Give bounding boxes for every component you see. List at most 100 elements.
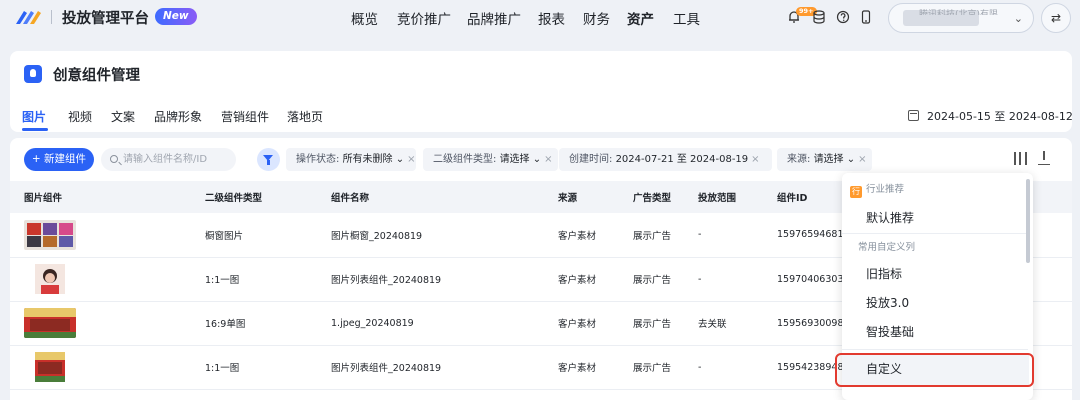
nav-tools[interactable]: 工具	[673, 8, 700, 28]
lightbulb-icon	[24, 65, 42, 83]
tab-landing-pages[interactable]: 落地页	[287, 108, 323, 125]
tab-marketing-components[interactable]: 营销组件	[221, 108, 269, 125]
nav-overview[interactable]: 概览	[351, 8, 378, 28]
help-icon[interactable]	[835, 9, 851, 25]
column-header: 来源	[544, 181, 619, 213]
component-type: 1:1一图	[191, 345, 317, 390]
search-icon	[110, 155, 118, 163]
brand-divider	[51, 10, 52, 24]
dropdown-item-smart-basic[interactable]: 智投基础	[866, 323, 914, 340]
page-header-card: 创意组件管理 图片 视频 文案 品牌形象 营销组件 落地页 2024-05-15…	[10, 51, 1073, 132]
logo-icon	[16, 11, 41, 24]
filter-icon[interactable]	[257, 148, 280, 171]
filter-value: 请选择	[813, 154, 844, 165]
nav-bidding-ads[interactable]: 竞价推广	[397, 8, 451, 28]
ad-type: 展示广告	[619, 301, 684, 346]
download-icon[interactable]	[1038, 151, 1050, 165]
filter-value: 所有未删除	[342, 154, 393, 165]
dropdown-scrollbar[interactable]	[1026, 179, 1030, 263]
tab-images[interactable]: 图片	[22, 108, 46, 125]
chevron-down-icon: ⌄	[392, 154, 405, 165]
filter-label: 二级组件类型:	[433, 154, 500, 165]
page-title: 创意组件管理	[53, 68, 140, 84]
switch-arrows-icon[interactable]: ⇄	[1041, 3, 1071, 33]
column-header: 组件名称	[317, 181, 544, 213]
filter-value: 2024-07-21 至 2024-08-19	[615, 154, 749, 165]
filter-operation-status[interactable]: 操作状态: 所有未删除 ⌄ ×	[286, 148, 416, 171]
ad-type: 展示广告	[619, 213, 684, 258]
component-type: 1:1一图	[191, 257, 317, 302]
calendar-icon	[908, 110, 919, 121]
highlight-box	[835, 353, 1034, 387]
component-type: 橱窗图片	[191, 213, 317, 258]
search-input[interactable]: 请输入组件名称/ID	[101, 148, 236, 171]
dropdown-group-custom: 常用自定义列	[858, 242, 916, 253]
account-selector[interactable]: 腾讯科技(北京)有限 ⌄	[888, 3, 1034, 33]
dropdown-divider	[842, 349, 1028, 350]
dropdown-divider	[842, 233, 1028, 234]
dropdown-group-industry: 行行业推荐	[850, 181, 904, 198]
component-name: 图片列表组件_20240819	[317, 345, 544, 390]
search-placeholder: 请输入组件名称/ID	[123, 154, 208, 165]
nav-reports[interactable]: 报表	[538, 8, 565, 28]
filter-label: 来源:	[787, 154, 814, 165]
column-header: 图片组件	[10, 181, 191, 213]
delivery-scope: -	[684, 257, 763, 302]
new-component-button[interactable]: + 新建组件	[24, 148, 94, 171]
columns-icon[interactable]	[1014, 152, 1027, 165]
tab-brand-image[interactable]: 品牌形象	[154, 108, 202, 125]
delivery-scope: 去关联	[684, 301, 763, 346]
nav-finance[interactable]: 财务	[583, 8, 610, 28]
image-thumbnail[interactable]	[24, 352, 76, 382]
platform-title: 投放管理平台	[62, 11, 149, 27]
source: 客户素材	[544, 257, 619, 302]
close-icon[interactable]: ×	[407, 154, 415, 165]
delivery-scope: -	[684, 345, 763, 390]
tab-videos[interactable]: 视频	[68, 108, 92, 125]
mobile-icon[interactable]	[858, 9, 874, 25]
filter-value: 请选择	[499, 154, 530, 165]
source: 客户素材	[544, 345, 619, 390]
close-icon[interactable]: ×	[751, 154, 759, 165]
nav-assets[interactable]: 资产	[627, 8, 654, 28]
active-tab-indicator	[22, 128, 48, 131]
source: 客户素材	[544, 213, 619, 258]
filter-created-time[interactable]: 创建时间: 2024-07-21 至 2024-08-19 ×	[559, 148, 772, 171]
date-range-value: 2024-05-15 至 2024-08-12	[927, 110, 1073, 123]
image-thumbnail[interactable]	[24, 264, 76, 294]
image-thumbnail[interactable]	[24, 308, 76, 338]
nav-brand-ads[interactable]: 品牌推广	[467, 8, 521, 28]
close-icon[interactable]: ×	[858, 154, 866, 165]
chevron-down-icon: ⌄	[1013, 12, 1023, 25]
filter-source[interactable]: 来源: 请选择 ⌄ ×	[777, 148, 872, 171]
dropdown-item-old-metrics[interactable]: 旧指标	[866, 265, 902, 282]
chevron-down-icon: ⌄	[529, 154, 542, 165]
component-name: 图片橱窗_20240819	[317, 213, 544, 258]
account-name: 腾讯科技(北京)有限	[919, 10, 999, 15]
delivery-scope: -	[684, 213, 763, 258]
top-navigation-bar: 投放管理平台 New 概览 竞价推广 品牌推广 报表 财务 资产 工具 99+ …	[0, 0, 1080, 36]
new-badge: New	[155, 8, 197, 25]
industry-tag-icon: 行	[850, 186, 862, 198]
dropdown-group-label: 行业推荐	[866, 184, 905, 195]
component-name: 1.jpeg_20240819	[317, 301, 544, 346]
database-icon[interactable]	[811, 9, 827, 25]
chevron-down-icon: ⌄	[843, 154, 856, 165]
dropdown-item-default[interactable]: 默认推荐	[866, 209, 914, 226]
ad-type: 展示广告	[619, 257, 684, 302]
source: 客户素材	[544, 301, 619, 346]
date-range-picker[interactable]: 2024-05-15 至 2024-08-12	[908, 108, 1073, 124]
filter-component-type[interactable]: 二级组件类型: 请选择 ⌄ ×	[423, 148, 558, 171]
image-thumbnail[interactable]	[24, 219, 76, 250]
ad-type: 展示广告	[619, 345, 684, 390]
column-header: 广告类型	[619, 181, 684, 213]
dropdown-item-delivery-3[interactable]: 投放3.0	[866, 294, 909, 311]
column-header: 二级组件类型	[191, 181, 317, 213]
column-header: 投放范围	[684, 181, 763, 213]
close-icon[interactable]: ×	[544, 154, 552, 165]
component-type: 16:9单图	[191, 301, 317, 346]
tab-copy[interactable]: 文案	[111, 108, 135, 125]
filter-label: 操作状态:	[296, 154, 343, 165]
component-name: 图片列表组件_20240819	[317, 257, 544, 302]
filter-label: 创建时间:	[569, 154, 616, 165]
